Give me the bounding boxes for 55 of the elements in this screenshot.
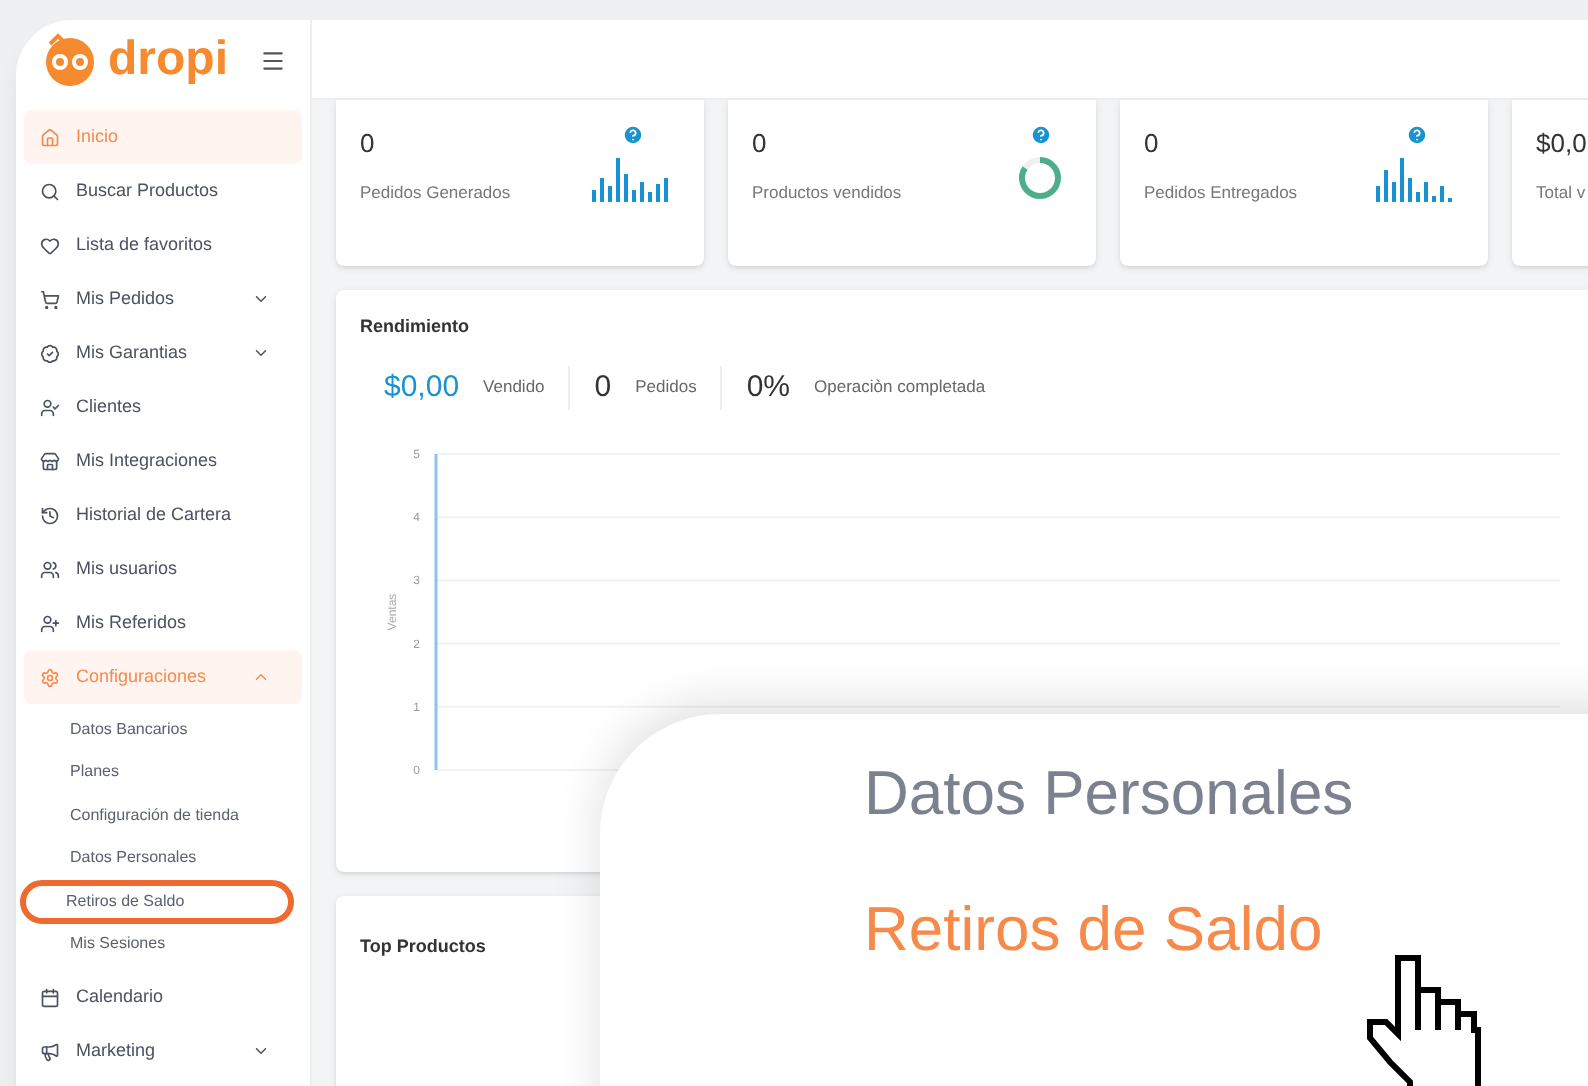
stat-label: Productos vendidos	[752, 179, 902, 205]
stat-value: 0	[752, 126, 769, 162]
submenu-item[interactable]: Datos Personales	[24, 837, 302, 880]
logo-text: dropi	[108, 36, 228, 84]
sidebar-item[interactable]: Clientes	[24, 380, 302, 434]
stat-value: 0	[1144, 126, 1161, 162]
logo-mascot-icon	[40, 32, 100, 88]
bar-sparkline-drawing	[592, 154, 672, 202]
user-plus-icon	[40, 613, 60, 633]
stat-label: Total v	[1536, 179, 1587, 205]
metric-label: Operaciòn completada	[814, 374, 986, 401]
sidebar-item[interactable]: Mis Garantias	[24, 326, 302, 380]
ring-progress-drawing	[1016, 154, 1064, 202]
sidebar-item[interactable]: Historial de Cartera	[24, 488, 302, 542]
submenu-item[interactable]: Mis Sesiones	[24, 923, 302, 966]
sidebar-item[interactable]: Buscar Productos	[24, 164, 302, 218]
search-icon	[40, 181, 60, 201]
submenu-item[interactable]: Configuración de tienda	[24, 794, 302, 837]
stat-label: Pedidos Entregados	[1144, 179, 1298, 205]
stat-value: 0	[360, 126, 377, 162]
metric-label: Vendido	[483, 374, 545, 401]
stat-label: Pedidos Generados	[360, 179, 511, 205]
users-icon	[40, 559, 60, 579]
help-icon[interactable]	[1405, 124, 1427, 146]
sidebar-item[interactable]: Mis Pedidos	[24, 272, 302, 326]
metric-value: 0%	[746, 367, 791, 407]
user-check-icon	[40, 397, 60, 417]
submenu-item[interactable]: Retiros de Saldo	[20, 880, 294, 923]
history-icon	[40, 505, 60, 525]
home-icon	[40, 127, 60, 147]
card-title: Top Productos	[360, 936, 486, 956]
sidebar-item[interactable]: Mis usuarios	[24, 542, 302, 596]
store-icon	[40, 451, 60, 471]
sidebar-item[interactable]: Marketing	[24, 1024, 302, 1078]
help-icon[interactable]	[621, 124, 643, 146]
calendar-icon	[40, 987, 60, 1007]
bar-sparkline-drawing	[1376, 154, 1456, 202]
card-title: Rendimiento	[360, 314, 472, 340]
sidebar-item[interactable]: Lista de favoritos	[24, 218, 302, 272]
metric-value: $0,00	[384, 367, 460, 407]
cart-icon	[40, 289, 60, 309]
metric-value: 0	[594, 367, 612, 407]
submenu-item[interactable]: Datos Bancarios	[24, 708, 302, 751]
stat-value: $0,0	[1536, 126, 1587, 162]
sidebar-item[interactable]: Calendario	[24, 970, 302, 1024]
help-icon[interactable]	[1029, 124, 1051, 146]
sidebar-item[interactable]: Mis Integraciones	[24, 434, 302, 488]
badge-check-icon	[40, 343, 60, 363]
sidebar-item[interactable]: Mis Referidos	[24, 596, 302, 650]
megaphone-icon	[40, 1041, 60, 1061]
metric-label: Pedidos	[635, 374, 697, 401]
menu-icon[interactable]	[260, 47, 286, 73]
heart-icon	[40, 235, 60, 255]
submenu-item[interactable]: Planes	[24, 751, 302, 794]
settings-icon	[40, 667, 60, 687]
